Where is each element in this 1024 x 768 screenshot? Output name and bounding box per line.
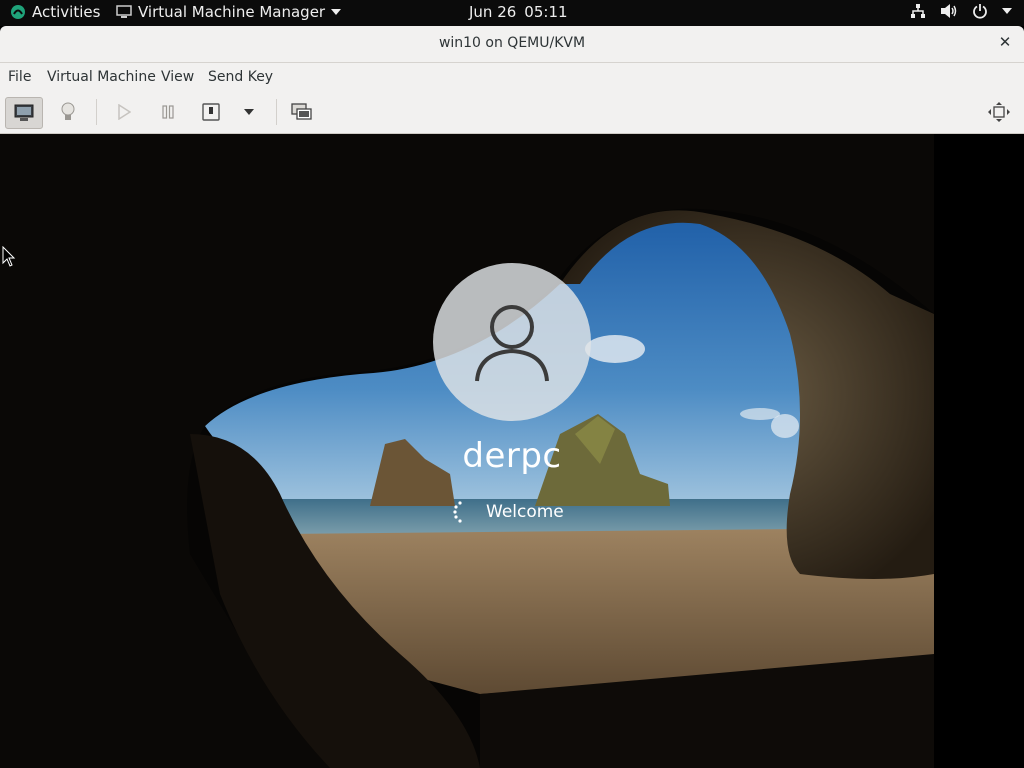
- run-button[interactable]: [109, 97, 139, 127]
- snapshots-button[interactable]: [287, 97, 317, 127]
- menu-view[interactable]: View: [161, 69, 194, 85]
- volume-icon: [941, 4, 957, 18]
- app-menu[interactable]: Virtual Machine Manager: [116, 3, 342, 21]
- clock-date: Jun 26: [469, 3, 517, 21]
- user-avatar: [433, 263, 591, 421]
- chevron-down-icon: [1002, 8, 1012, 14]
- lightbulb-icon: [61, 102, 75, 120]
- shutdown-menu-button[interactable]: [234, 97, 264, 127]
- chevron-down-icon: [244, 109, 254, 115]
- menu-virtual-machine[interactable]: Virtual Machine: [47, 69, 156, 85]
- virt-manager-icon: [116, 5, 132, 18]
- play-icon: [118, 104, 131, 120]
- toolbar: [0, 91, 1024, 134]
- menu-file[interactable]: File: [8, 69, 31, 85]
- username-label: derpc: [462, 436, 562, 476]
- pause-icon: [162, 105, 174, 119]
- close-button[interactable]: ✕: [998, 35, 1012, 50]
- fullscreen-icon: [988, 102, 1010, 122]
- gnome-top-bar: Activities Virtual Machine Manager Jun 2…: [0, 0, 1024, 26]
- details-button[interactable]: [53, 97, 83, 127]
- toolbar-separator: [276, 99, 277, 125]
- login-panel: [432, 263, 592, 421]
- vm-console-window: win10 on QEMU/KVM ✕ File Virtual Machine…: [0, 26, 1024, 768]
- login-status: Welcome: [452, 500, 592, 524]
- window-title: win10 on QEMU/KVM: [438, 35, 586, 51]
- toolbar-separator: [96, 99, 97, 125]
- mouse-cursor-icon: [2, 246, 16, 267]
- clock[interactable]: Jun 26 05:11: [469, 3, 568, 21]
- system-tray[interactable]: [910, 3, 1012, 19]
- console-button[interactable]: [5, 97, 43, 129]
- user-icon: [475, 305, 549, 382]
- network-wired-icon: [911, 4, 925, 18]
- loading-spinner-icon: [453, 501, 462, 523]
- vm-display[interactable]: derpc Welcome: [0, 134, 1024, 768]
- app-name-label: Virtual Machine Manager: [138, 3, 326, 21]
- shutdown-button[interactable]: [196, 97, 226, 127]
- activities-label: Activities: [32, 3, 101, 21]
- clock-time: 05:11: [524, 3, 568, 21]
- power-icon: [973, 4, 987, 19]
- activities-button[interactable]: Activities: [10, 3, 100, 21]
- console-monitor-icon: [14, 104, 34, 121]
- shutdown-icon: [202, 103, 220, 121]
- fullscreen-button[interactable]: [984, 97, 1014, 127]
- chevron-down-icon: [331, 9, 342, 15]
- pause-button[interactable]: [153, 97, 183, 127]
- gnome-logo-icon: [11, 5, 25, 19]
- menu-send-key[interactable]: Send Key: [208, 69, 273, 85]
- title-bar[interactable]: win10 on QEMU/KVM ✕: [0, 26, 1024, 63]
- snapshots-icon: [291, 103, 312, 120]
- menu-bar: File Virtual Machine View Send Key: [0, 63, 1024, 91]
- welcome-label: Welcome: [486, 502, 564, 522]
